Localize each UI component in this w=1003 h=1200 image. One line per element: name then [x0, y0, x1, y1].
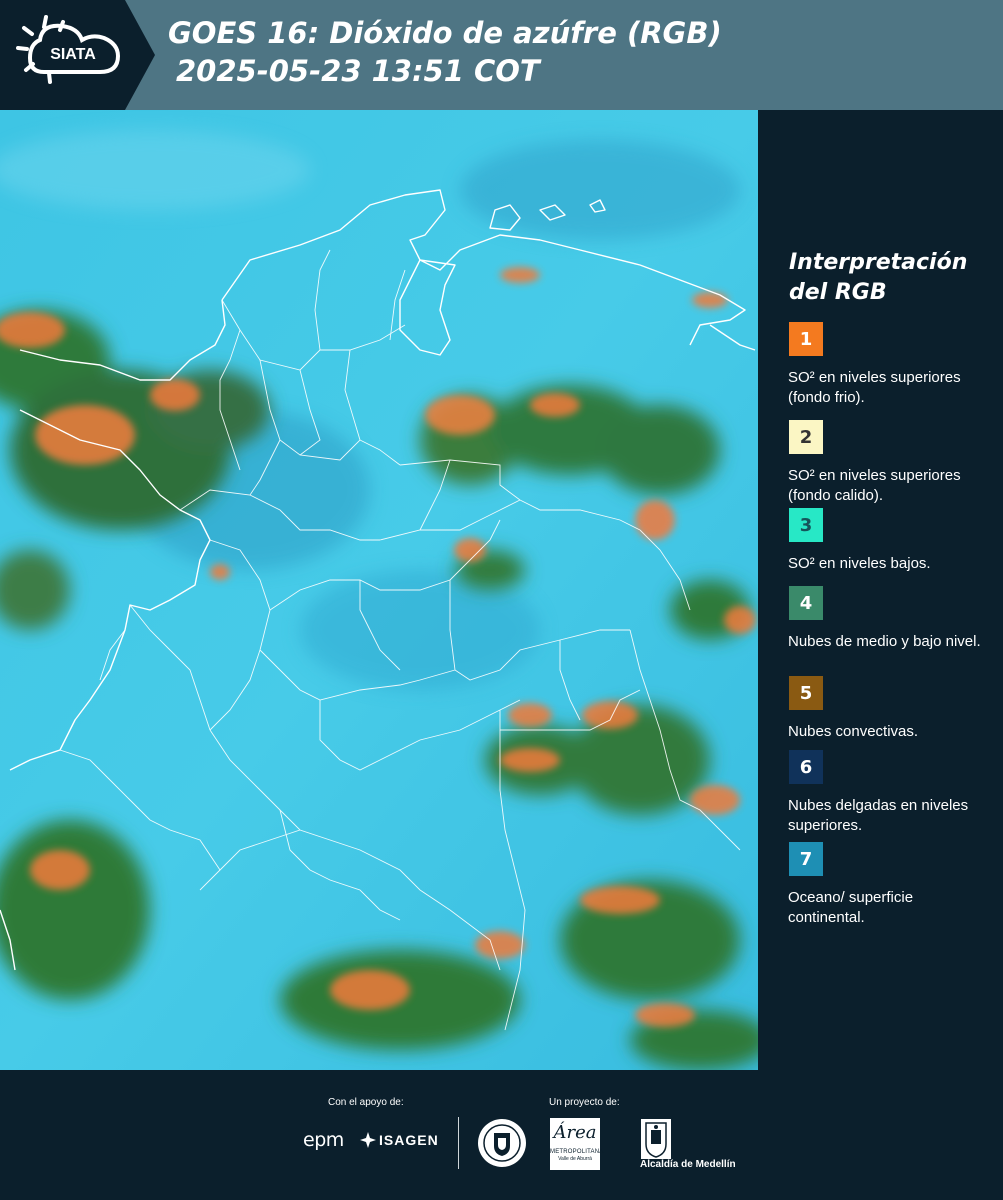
legend-title-line-1: Interpretación: [789, 250, 968, 275]
siata-logo: SIATA: [0, 0, 155, 110]
title-line-1: GOES 16: Dióxido de azúfre (RGB): [168, 16, 722, 50]
legend-panel: Interpretación del RGB 1 SO² en niveles …: [758, 110, 1003, 1070]
legend-swatch-6: 6: [789, 750, 823, 784]
alcaldia-shield-icon: [641, 1119, 671, 1159]
legend-label-1: SO² en niveles superiores (fondo frio).: [788, 369, 961, 406]
footer-divider: [458, 1117, 459, 1169]
isagen-logo: ISAGEN: [360, 1132, 439, 1148]
legend-label-4: Nubes de medio y bajo nivel.: [788, 633, 981, 650]
legend-label-6: Nubes delgadas en niveles superiores.: [788, 797, 969, 834]
header: SIATA GOES 16: Dióxido de azúfre (RGB) 2…: [0, 0, 1003, 110]
legend-label-5: Nubes convectivas.: [788, 723, 919, 740]
legend-item-1: 1 SO² en niveles superiores (fondo frio)…: [788, 322, 988, 408]
legend-swatch-7: 7: [789, 842, 823, 876]
legend-label-2: SO² en niveles superiores (fondo calido)…: [788, 467, 961, 504]
title-line-2: 2025-05-23 13:51 COT: [176, 54, 540, 88]
area-metropolitana-logo: Área METROPOLITANA Valle de Aburrá: [550, 1118, 604, 1170]
legend-title-line-2: del RGB: [789, 280, 887, 305]
siata-logo-text: SIATA: [50, 46, 96, 63]
legend-item-3: 3 SO² en niveles bajos.: [788, 508, 988, 574]
epm-logo: epm: [303, 1129, 344, 1151]
medellin-seal: [477, 1118, 527, 1173]
satellite-map: [0, 110, 758, 1070]
alcaldia-medellin-text: Alcaldía de Medellín: [640, 1159, 736, 1170]
legend-item-6: 6 Nubes delgadas en niveles superiores.: [788, 750, 988, 836]
legend-item-7: 7 Oceano/ superficie continental.: [788, 842, 988, 928]
area-logo-name: Área: [553, 1122, 597, 1143]
isagen-logo-text: ISAGEN: [379, 1132, 439, 1148]
legend-item-4: 4 Nubes de medio y bajo nivel.: [788, 586, 988, 652]
legend-swatch-2: 2: [789, 420, 823, 454]
legend-item-2: 2 SO² en niveles superiores (fondo calid…: [788, 420, 988, 506]
legend-swatch-5: 5: [789, 676, 823, 710]
footer: Con el apoyo de: Un proyecto de: epm ISA…: [0, 1070, 1003, 1200]
legend-swatch-3: 3: [789, 508, 823, 542]
project-label: Un proyecto de:: [549, 1097, 620, 1108]
legend-swatch-4: 4: [789, 586, 823, 620]
isagen-mark-icon: [360, 1132, 376, 1148]
legend-item-5: 5 Nubes convectivas.: [788, 676, 988, 742]
area-logo-sub2: Valle de Aburrá: [558, 1156, 592, 1162]
legend-title: Interpretación del RGB: [789, 248, 967, 308]
legend-label-7: Oceano/ superficie continental.: [788, 889, 914, 926]
support-label: Con el apoyo de:: [328, 1097, 404, 1108]
legend-swatch-1: 1: [789, 322, 823, 356]
alcaldia-medellin-logo: [640, 1118, 672, 1165]
legend-label-3: SO² en niveles bajos.: [788, 555, 931, 572]
area-logo-sub1: METROPOLITANA: [550, 1149, 604, 1155]
page-title: GOES 16: Dióxido de azúfre (RGB) 2025-05…: [168, 14, 722, 90]
